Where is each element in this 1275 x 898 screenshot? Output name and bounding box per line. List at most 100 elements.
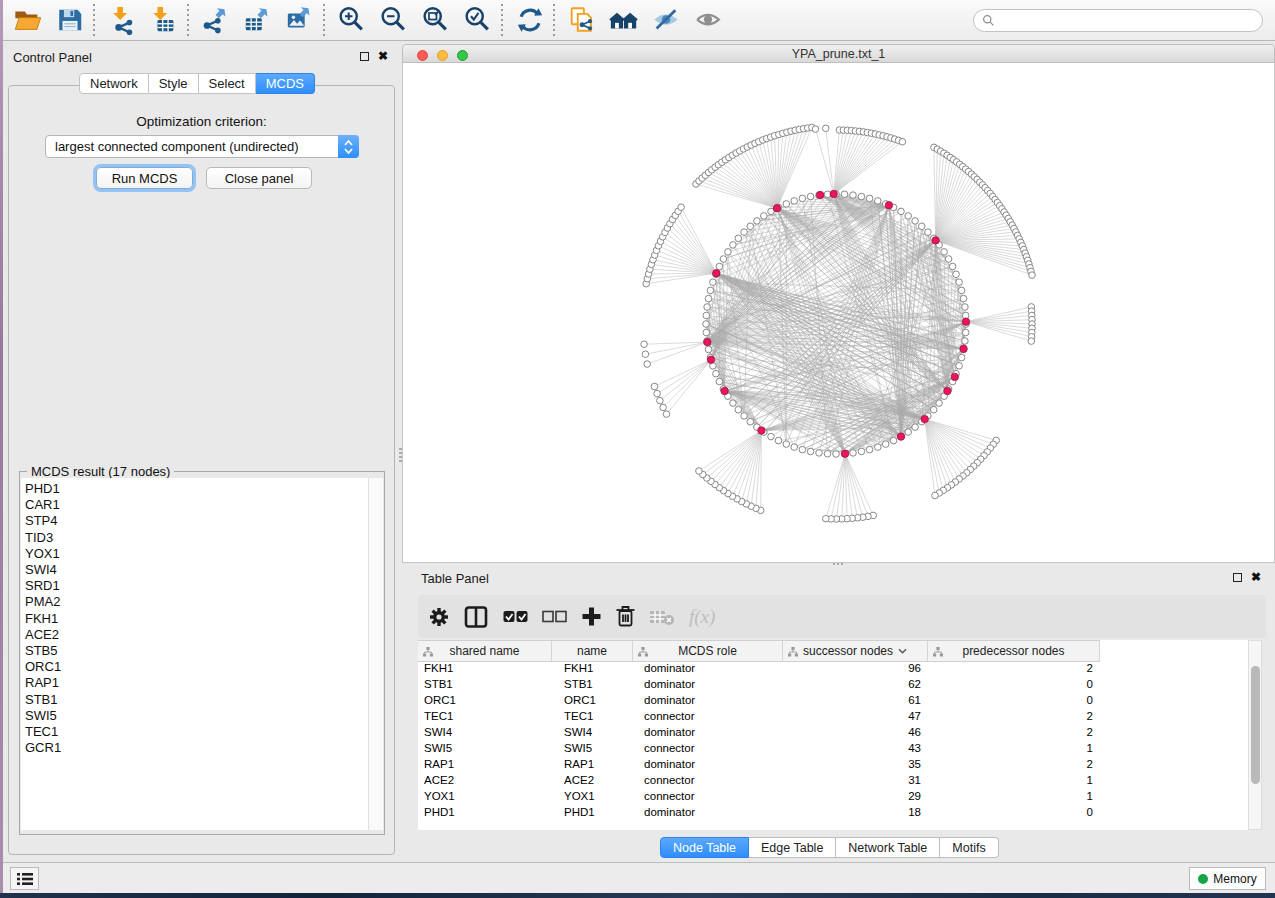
close-panel-button[interactable]: Close panel <box>206 167 312 189</box>
float-panel-icon[interactable] <box>360 52 369 61</box>
export-image-icon[interactable] <box>283 3 317 37</box>
mcds-result-item[interactable]: SWI5 <box>25 708 383 724</box>
table-scrollbar-thumb[interactable] <box>1251 666 1260 784</box>
unselect-all-icon[interactable] <box>542 604 567 630</box>
import-network-icon[interactable] <box>105 3 139 37</box>
show-panel-icon[interactable] <box>691 3 725 37</box>
close-window-icon[interactable] <box>417 50 428 61</box>
status-bar: Memory <box>3 862 1275 893</box>
export-table-icon[interactable] <box>241 3 275 37</box>
criterion-value: largest connected component (undirected) <box>55 139 299 154</box>
mcds-result-item[interactable]: CAR1 <box>25 497 383 513</box>
mcds-result-item[interactable]: YOX1 <box>25 546 383 562</box>
mcds-result-item[interactable]: PMA2 <box>25 594 383 610</box>
network-canvas[interactable] <box>402 63 1275 563</box>
export-network-icon[interactable] <box>199 3 233 37</box>
mcds-tab-content: Optimization criterion: largest connecte… <box>8 85 395 855</box>
function-builder-icon[interactable]: f(x) <box>689 604 715 630</box>
criterion-dropdown[interactable]: largest connected component (undirected) <box>45 135 359 158</box>
mcds-result-item[interactable]: ACE2 <box>25 627 383 643</box>
tab-node-table[interactable]: Node Table <box>660 837 749 858</box>
tab-mcds[interactable]: MCDS <box>256 73 315 94</box>
mcds-result-item[interactable]: FKH1 <box>25 611 383 627</box>
memory-button[interactable]: Memory <box>1189 867 1266 890</box>
table-row[interactable]: RAP1RAP1dominator352 <box>418 758 1248 774</box>
show-columns-icon[interactable] <box>464 604 489 630</box>
close-table-panel-icon[interactable]: ✖ <box>1251 572 1261 582</box>
network-window-titlebar[interactable]: YPA_prune.txt_1 <box>402 44 1275 63</box>
search-icon <box>982 14 995 27</box>
float-table-panel-icon[interactable] <box>1233 573 1242 582</box>
search-input[interactable] <box>973 9 1263 32</box>
column-header-successor-nodes[interactable]: successor nodes <box>783 640 928 662</box>
tab-network-table[interactable]: Network Table <box>836 837 940 858</box>
mcds-result-item[interactable]: PHD1 <box>25 481 383 497</box>
tab-select[interactable]: Select <box>199 73 256 94</box>
column-header-MCDS-role[interactable]: MCDS role <box>633 640 783 662</box>
zoom-out-icon[interactable] <box>377 3 411 37</box>
show-all-networks-icon[interactable] <box>607 3 641 37</box>
list-menu-icon <box>17 872 33 886</box>
zoom-in-icon[interactable] <box>335 3 369 37</box>
column-header-name[interactable]: name <box>552 640 633 662</box>
add-column-icon[interactable] <box>581 604 602 630</box>
open-folder-icon[interactable] <box>11 3 45 37</box>
select-all-icon[interactable] <box>503 604 528 630</box>
mcds-result-item[interactable]: ORC1 <box>25 659 383 675</box>
table-row[interactable]: YOX1YOX1connector291 <box>418 790 1248 806</box>
table-toolbar: f(x) <box>418 595 1266 638</box>
import-table-icon[interactable] <box>147 3 181 37</box>
toolbar-separator <box>323 4 325 36</box>
table-row[interactable]: SWI5SWI5connector431 <box>418 742 1248 758</box>
table-row[interactable]: STB1STB1dominator620 <box>418 678 1248 694</box>
mcds-result-item[interactable]: TID3 <box>25 530 383 546</box>
mcds-list-scrollbar[interactable] <box>368 478 382 830</box>
tab-style[interactable]: Style <box>149 73 199 94</box>
table-row[interactable]: TEC1TEC1connector472 <box>418 710 1248 726</box>
show-panels-menu-button[interactable] <box>10 867 39 890</box>
clone-network-icon[interactable] <box>565 3 599 37</box>
control-panel: Control Panel ✖ NetworkStyleSelectMCDS O… <box>3 42 400 860</box>
mcds-result-item[interactable]: TEC1 <box>25 724 383 740</box>
tab-motifs[interactable]: Motifs <box>940 837 998 858</box>
mcds-result-item[interactable]: SWI4 <box>25 562 383 578</box>
control-panel-title: Control Panel <box>13 50 92 65</box>
mcds-result-groupbox: MCDS result (17 nodes) PHD1CAR1STP4TID3Y… <box>19 471 385 835</box>
mcds-result-item[interactable]: GCR1 <box>25 740 383 756</box>
network-window-title: YPA_prune.txt_1 <box>403 45 1274 64</box>
column-header-shared-name[interactable]: shared name <box>418 640 552 662</box>
dropdown-stepper-icon <box>338 135 359 158</box>
table-scrollbar[interactable] <box>1248 640 1262 830</box>
settings-gear-icon[interactable] <box>428 604 450 630</box>
mcds-result-item[interactable]: STB5 <box>25 643 383 659</box>
column-header-predecessor-nodes[interactable]: predecessor nodes <box>928 640 1100 662</box>
delete-table-icon[interactable] <box>649 604 675 630</box>
toolbar-separator <box>553 4 555 36</box>
memory-status-icon <box>1198 874 1208 884</box>
memory-label: Memory <box>1213 872 1256 886</box>
table-row[interactable]: ORC1ORC1dominator610 <box>418 694 1248 710</box>
app-window: Control Panel ✖ NetworkStyleSelectMCDS O… <box>3 0 1275 893</box>
table-row[interactable]: PHD1PHD1dominator180 <box>418 806 1248 822</box>
zoom-selected-icon[interactable] <box>461 3 495 37</box>
table-row[interactable]: ACE2ACE2connector311 <box>418 774 1248 790</box>
minimize-window-icon[interactable] <box>437 50 448 61</box>
refresh-icon[interactable] <box>513 3 547 37</box>
optimization-label: Optimization criterion: <box>9 114 394 129</box>
tab-network[interactable]: Network <box>79 73 149 94</box>
mcds-result-item[interactable]: RAP1 <box>25 675 383 691</box>
mcds-result-item[interactable]: SRD1 <box>25 578 383 594</box>
table-row[interactable]: FKH1FKH1dominator962 <box>418 662 1248 678</box>
delete-column-icon[interactable] <box>616 604 635 630</box>
hide-panels-icon[interactable] <box>649 3 683 37</box>
mcds-result-item[interactable]: STP4 <box>25 513 383 529</box>
save-icon[interactable] <box>53 3 87 37</box>
mcds-result-list: PHD1CAR1STP4TID3YOX1SWI4SRD1PMA2FKH1ACE2… <box>21 478 383 756</box>
run-mcds-button[interactable]: Run MCDS <box>96 167 193 189</box>
zoom-fit-icon[interactable] <box>419 3 453 37</box>
table-row[interactable]: SWI4SWI4dominator462 <box>418 726 1248 742</box>
mcds-result-item[interactable]: STB1 <box>25 692 383 708</box>
zoom-window-icon[interactable] <box>457 50 468 61</box>
close-panel-icon[interactable]: ✖ <box>378 51 388 61</box>
tab-edge-table[interactable]: Edge Table <box>749 837 836 858</box>
